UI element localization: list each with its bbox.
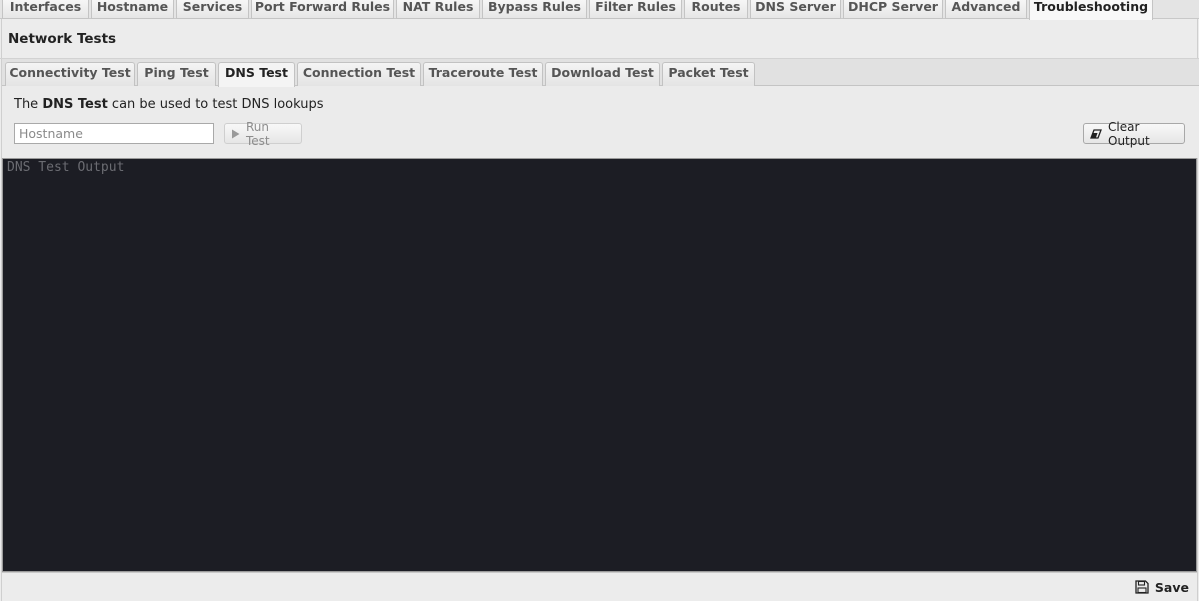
tab-connectivity-test[interactable]: Connectivity Test [5, 62, 135, 86]
page-title: Network Tests [8, 31, 117, 47]
tab-port-forward-rules[interactable]: Port Forward Rules [251, 0, 394, 19]
hostname-input[interactable] [14, 123, 214, 144]
tab-hostname[interactable]: Hostname [91, 0, 174, 19]
clear-output-button[interactable]: Clear Output [1083, 120, 1185, 148]
save-label: Save [1154, 579, 1189, 595]
save-button[interactable]: Save [1135, 578, 1189, 596]
run-test-label: Run Test [246, 119, 270, 148]
tab-dns-server[interactable]: DNS Server [750, 0, 841, 19]
run-test-button[interactable]: Run Test [224, 120, 302, 148]
eraser-icon [1090, 128, 1102, 139]
tab-troubleshooting[interactable]: Troubleshooting [1029, 0, 1153, 20]
desc-prefix: The [14, 97, 43, 112]
tab-traceroute-test[interactable]: Traceroute Test [423, 62, 543, 86]
tab-services[interactable]: Services [176, 0, 249, 19]
desc-test-name: DNS Test [42, 97, 108, 112]
tab-connection-test[interactable]: Connection Test [297, 62, 421, 86]
top-tab-bar: Interfaces Hostname Services Port Forwar… [0, 0, 1199, 20]
output-placeholder: DNS Test Output [7, 160, 125, 175]
divider [2, 572, 1197, 573]
tab-interfaces[interactable]: Interfaces [2, 0, 89, 19]
tab-filter-rules[interactable]: Filter Rules [589, 0, 682, 19]
tab-bypass-rules[interactable]: Bypass Rules [482, 0, 587, 19]
tab-routes[interactable]: Routes [684, 0, 748, 19]
tab-dhcp-server[interactable]: DHCP Server [843, 0, 943, 19]
tab-dns-test[interactable]: DNS Test [218, 62, 295, 87]
tab-packet-test[interactable]: Packet Test [662, 62, 755, 86]
tab-nat-rules[interactable]: NAT Rules [396, 0, 480, 19]
tab-advanced[interactable]: Advanced [945, 0, 1027, 19]
dns-test-output[interactable]: DNS Test Output [2, 158, 1197, 572]
floppy-disk-icon [1135, 580, 1149, 594]
play-icon [231, 129, 240, 139]
tab-download-test[interactable]: Download Test [545, 62, 660, 86]
clear-output-label: Clear Output [1108, 119, 1150, 148]
app-frame: Interfaces Hostname Services Port Forwar… [0, 0, 1199, 601]
desc-suffix: can be used to test DNS lookups [107, 97, 324, 112]
test-description: The DNS Test can be used to test DNS loo… [14, 97, 324, 112]
tab-ping-test[interactable]: Ping Test [137, 62, 216, 86]
